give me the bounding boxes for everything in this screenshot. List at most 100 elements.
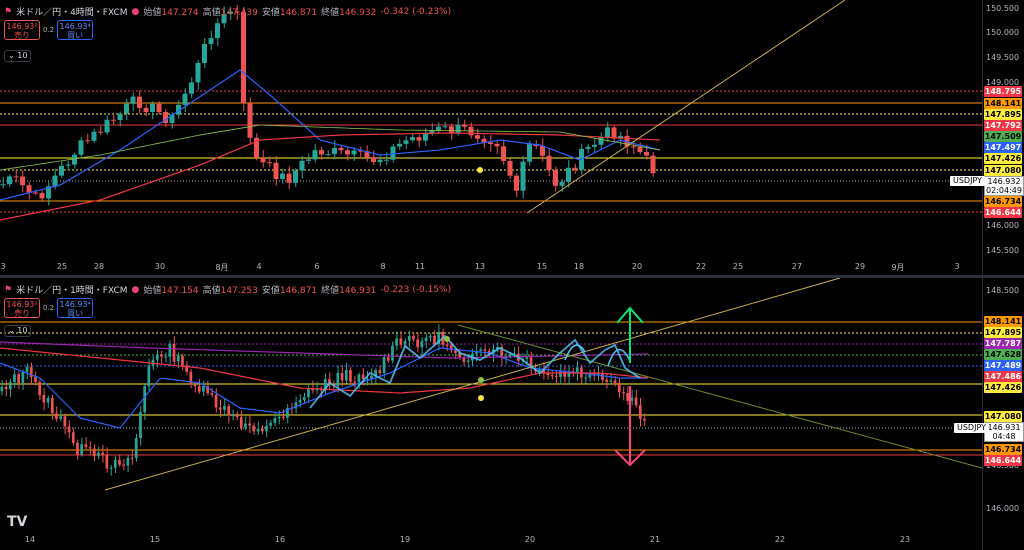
time-tick: 11 xyxy=(414,262,426,271)
candle-body xyxy=(252,425,256,432)
chart-canvas-4h[interactable] xyxy=(0,0,982,275)
buy-button[interactable]: 146.93⁴ 買い xyxy=(57,298,94,318)
candle-body xyxy=(33,192,38,194)
event-marker xyxy=(478,377,484,383)
candle-body xyxy=(540,146,545,156)
candle-body xyxy=(349,370,352,382)
ohlc-close: 終値146.932 xyxy=(321,8,377,18)
candle-body xyxy=(172,344,176,362)
candle-body xyxy=(202,44,207,63)
time-tick: 22 xyxy=(695,262,707,271)
chart-pane-4h[interactable]: ⚑ 米ドル／円・4時間・FXCM ● 始値147.274 高値147.439 安… xyxy=(0,0,1024,275)
candle-body xyxy=(63,416,67,427)
volume-toggle[interactable]: ⌄ 10 xyxy=(4,50,32,62)
candle-body xyxy=(151,359,155,366)
candle-body xyxy=(150,103,155,113)
candle-body xyxy=(479,349,482,351)
candle-body xyxy=(101,452,104,455)
candle-body xyxy=(643,418,646,421)
candle-body xyxy=(403,340,407,345)
time-tick: 25 xyxy=(732,262,744,271)
price-tick: 150.500 xyxy=(986,4,1020,13)
candle-body xyxy=(38,381,41,396)
time-tick: 3 xyxy=(0,262,6,271)
price-axis-1h[interactable]: 148.500 146.500 146.000 148.141 147.895 … xyxy=(982,278,1024,550)
candle-body xyxy=(71,432,75,443)
time-tick: 23 xyxy=(899,535,911,544)
candle-body xyxy=(449,126,454,134)
candle-body xyxy=(424,337,428,342)
candle-body xyxy=(210,393,214,395)
candle-body xyxy=(280,173,285,179)
candle-body xyxy=(20,176,25,186)
candle-body xyxy=(455,124,461,134)
change-value: -0.223 (-0.15%) xyxy=(380,284,452,295)
candle-body xyxy=(193,384,197,387)
symbol-title[interactable]: 米ドル／円・4時間・FXCM xyxy=(16,5,127,18)
candle-body xyxy=(298,400,302,403)
candle-body xyxy=(50,398,54,414)
candle-body xyxy=(601,373,604,380)
volume-toggle[interactable]: ⌄ 10 xyxy=(4,325,32,337)
sell-button[interactable]: 146.93² 売り xyxy=(4,20,40,40)
candle-body xyxy=(483,349,487,351)
candle-body xyxy=(139,412,142,439)
candle-body xyxy=(111,119,116,121)
ohlc-open: 始値147.154 xyxy=(143,286,199,296)
candle-body xyxy=(113,459,117,468)
tradingview-logo[interactable]: TV xyxy=(7,514,27,530)
price-axis-4h[interactable]: 150.500 150.000 149.500 149.000 146.000 … xyxy=(982,0,1024,275)
candle-body xyxy=(34,377,37,382)
plot-area-4h[interactable] xyxy=(0,0,982,275)
candle-body xyxy=(176,355,180,362)
candle-body xyxy=(223,405,226,410)
candle-body xyxy=(572,167,578,170)
candle-body xyxy=(617,382,621,393)
candle-body xyxy=(156,103,162,113)
level-tag: 147.895 xyxy=(984,327,1022,338)
candle-body xyxy=(241,12,246,104)
candle-body xyxy=(235,415,239,418)
candle-body xyxy=(384,159,389,161)
flag-icon: ⚑ xyxy=(4,284,13,295)
candle-body xyxy=(312,150,318,160)
candle-body xyxy=(613,380,617,383)
chart-pane-1h[interactable]: ⚑ 米ドル／円・1時間・FXCM ● 始値147.154 高値147.253 安… xyxy=(0,278,1024,550)
chart-canvas-1h[interactable] xyxy=(0,278,982,550)
candle-body xyxy=(371,157,376,163)
level-tag: 146.734 xyxy=(984,444,1022,455)
time-tick: 4 xyxy=(256,262,262,271)
candle-body xyxy=(580,367,583,378)
buy-button[interactable]: 146.93⁴ 買い xyxy=(57,20,94,40)
candle-body xyxy=(269,422,272,426)
candle-body xyxy=(386,357,390,361)
candle-body xyxy=(382,357,386,374)
level-tag: 146.734 xyxy=(984,196,1022,207)
spread-value: 0.2 xyxy=(43,304,55,312)
candle-body xyxy=(160,354,163,357)
candle-body xyxy=(332,147,337,155)
plot-area-1h[interactable] xyxy=(0,278,982,550)
candle-body xyxy=(147,365,151,387)
candle-body xyxy=(598,137,604,145)
candle-body xyxy=(412,335,415,340)
candle-body xyxy=(566,167,571,182)
candle-body xyxy=(21,371,25,383)
candle-body xyxy=(514,175,519,191)
sma-slow-line xyxy=(0,132,661,221)
time-tick: 13 xyxy=(474,262,486,271)
candle-body xyxy=(319,150,324,155)
flag-icon: ⚑ xyxy=(4,6,13,17)
symbol-title[interactable]: 米ドル／円・1時間・FXCM xyxy=(16,283,127,296)
candle-body xyxy=(462,124,467,127)
candle-body xyxy=(248,423,251,426)
candle-body xyxy=(644,152,649,156)
time-tick: 15 xyxy=(536,262,548,271)
symbol-tag: USDJPY xyxy=(954,423,989,433)
candle-body xyxy=(46,398,50,403)
level-tag: 148.141 xyxy=(984,316,1022,327)
sell-button[interactable]: 146.93² 売り xyxy=(4,298,40,318)
candle-body xyxy=(39,193,45,199)
candle-body xyxy=(559,181,565,186)
candle-body xyxy=(395,338,398,346)
